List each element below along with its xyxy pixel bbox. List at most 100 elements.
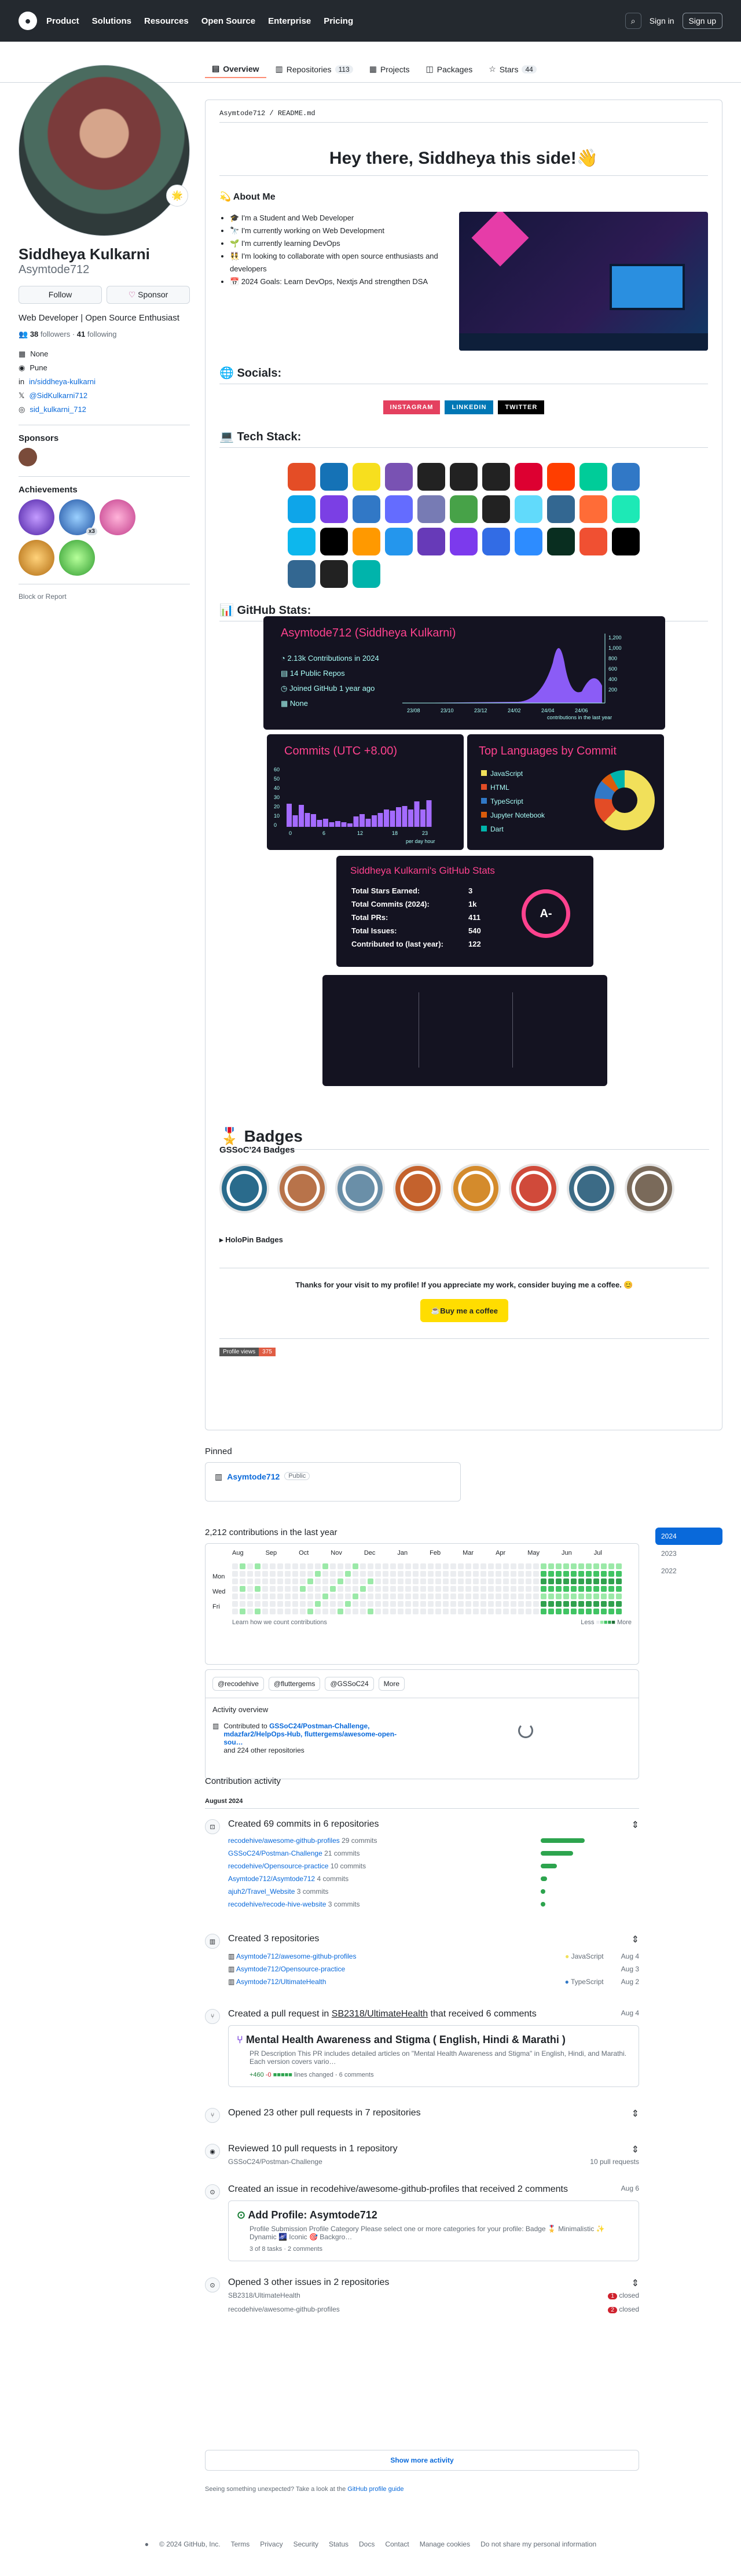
contribution-cell[interactable] bbox=[533, 1609, 539, 1614]
footer-cookies[interactable]: Manage cookies bbox=[420, 2540, 470, 2548]
contribution-cell[interactable] bbox=[571, 1609, 577, 1614]
contribution-cell[interactable] bbox=[383, 1609, 388, 1614]
contribution-cell[interactable] bbox=[360, 1601, 366, 1607]
contribution-cell[interactable] bbox=[322, 1571, 328, 1577]
contribution-cell[interactable] bbox=[322, 1563, 328, 1569]
contribution-cell[interactable] bbox=[428, 1578, 434, 1584]
contribution-cell[interactable] bbox=[232, 1563, 238, 1569]
contribution-cell[interactable] bbox=[300, 1601, 306, 1607]
contribution-cell[interactable] bbox=[503, 1586, 509, 1592]
contribution-cell[interactable] bbox=[375, 1563, 381, 1569]
contribution-cell[interactable] bbox=[593, 1601, 599, 1607]
contribution-cell[interactable] bbox=[458, 1594, 464, 1599]
contribution-cell[interactable] bbox=[601, 1601, 607, 1607]
follow-button[interactable]: Follow bbox=[19, 286, 102, 304]
contribution-cell[interactable] bbox=[330, 1609, 336, 1614]
contribution-cell[interactable] bbox=[526, 1571, 531, 1577]
contribution-cell[interactable] bbox=[345, 1594, 351, 1599]
contribution-cell[interactable] bbox=[292, 1563, 298, 1569]
contribution-cell[interactable] bbox=[518, 1586, 524, 1592]
search-icon[interactable]: ⌕ bbox=[625, 13, 641, 29]
contribution-cell[interactable] bbox=[480, 1609, 486, 1614]
gssoc-badge[interactable] bbox=[451, 1164, 501, 1213]
commit-repo-link[interactable]: ajuh2/Travel_Website bbox=[228, 1887, 295, 1896]
contribution-cell[interactable] bbox=[616, 1609, 622, 1614]
contribution-cell[interactable] bbox=[270, 1586, 276, 1592]
contribution-cell[interactable] bbox=[563, 1571, 569, 1577]
contribution-cell[interactable] bbox=[240, 1601, 245, 1607]
contribution-cell[interactable] bbox=[556, 1601, 562, 1607]
contribution-cell[interactable] bbox=[548, 1594, 554, 1599]
contribution-cell[interactable] bbox=[465, 1594, 471, 1599]
contribution-cell[interactable] bbox=[315, 1601, 321, 1607]
contribution-cell[interactable] bbox=[511, 1578, 516, 1584]
unfold-icon[interactable]: ⇕ bbox=[632, 1819, 639, 1831]
contribution-cell[interactable] bbox=[353, 1571, 358, 1577]
contribution-cell[interactable] bbox=[548, 1578, 554, 1584]
unfold-icon[interactable]: ⇕ bbox=[632, 2108, 639, 2119]
contribution-cell[interactable] bbox=[571, 1578, 577, 1584]
contribution-cell[interactable] bbox=[488, 1571, 494, 1577]
contribution-cell[interactable] bbox=[277, 1571, 283, 1577]
contribution-cell[interactable] bbox=[383, 1601, 388, 1607]
contribution-cell[interactable] bbox=[480, 1601, 486, 1607]
contribution-cell[interactable] bbox=[292, 1594, 298, 1599]
contribution-cell[interactable] bbox=[345, 1563, 351, 1569]
contribution-cell[interactable] bbox=[368, 1609, 373, 1614]
contribution-cell[interactable] bbox=[307, 1594, 313, 1599]
commit-repo-link[interactable]: recodehive/recode-hive-website bbox=[228, 1900, 326, 1908]
contribution-cell[interactable] bbox=[578, 1563, 584, 1569]
new-repo-link[interactable]: Asymtode712/awesome-github-profiles bbox=[236, 1952, 356, 1960]
contribution-cell[interactable] bbox=[360, 1594, 366, 1599]
block-report-link[interactable]: Block or Report bbox=[19, 593, 190, 601]
contribution-cell[interactable] bbox=[458, 1586, 464, 1592]
followers-count[interactable]: 38 bbox=[30, 330, 38, 338]
contribution-cell[interactable] bbox=[405, 1594, 411, 1599]
contribution-cell[interactable] bbox=[240, 1563, 245, 1569]
contribution-cell[interactable] bbox=[608, 1609, 614, 1614]
contribution-cell[interactable] bbox=[300, 1586, 306, 1592]
twitter-badge[interactable]: TWITTER bbox=[498, 400, 545, 414]
contribution-cell[interactable] bbox=[571, 1594, 577, 1599]
contribution-cell[interactable] bbox=[465, 1578, 471, 1584]
contribution-cell[interactable] bbox=[608, 1563, 614, 1569]
contribution-cell[interactable] bbox=[315, 1563, 321, 1569]
contribution-cell[interactable] bbox=[398, 1594, 403, 1599]
contribution-cell[interactable] bbox=[285, 1594, 291, 1599]
contribution-cell[interactable] bbox=[548, 1586, 554, 1592]
contribution-cell[interactable] bbox=[232, 1601, 238, 1607]
contribution-cell[interactable] bbox=[556, 1563, 562, 1569]
contribution-cell[interactable] bbox=[330, 1601, 336, 1607]
contribution-cell[interactable] bbox=[563, 1578, 569, 1584]
nav-open-source[interactable]: Open Source bbox=[201, 16, 255, 26]
contribution-cell[interactable] bbox=[526, 1563, 531, 1569]
contribution-cell[interactable] bbox=[338, 1609, 343, 1614]
contribution-cell[interactable] bbox=[541, 1578, 546, 1584]
contribution-cell[interactable] bbox=[277, 1563, 283, 1569]
contribution-cell[interactable] bbox=[458, 1578, 464, 1584]
contribution-cell[interactable] bbox=[277, 1578, 283, 1584]
contribution-cell[interactable] bbox=[285, 1601, 291, 1607]
contribution-cell[interactable] bbox=[390, 1578, 396, 1584]
holopin-toggle[interactable]: ▸ HoloPin Badges bbox=[219, 1235, 283, 1245]
contribution-cell[interactable] bbox=[375, 1586, 381, 1592]
contribution-cell[interactable] bbox=[435, 1563, 441, 1569]
contribution-cell[interactable] bbox=[232, 1571, 238, 1577]
contribution-cell[interactable] bbox=[526, 1601, 531, 1607]
contribution-cell[interactable] bbox=[247, 1578, 253, 1584]
contribution-cell[interactable] bbox=[398, 1586, 403, 1592]
contribution-cell[interactable] bbox=[383, 1563, 388, 1569]
following-label[interactable]: following bbox=[87, 330, 117, 338]
contribution-cell[interactable] bbox=[405, 1601, 411, 1607]
gssoc-badge[interactable] bbox=[393, 1164, 443, 1213]
contribution-cell[interactable] bbox=[300, 1578, 306, 1584]
contribution-cell[interactable] bbox=[533, 1578, 539, 1584]
achievement-badge[interactable] bbox=[59, 540, 95, 576]
contribution-cell[interactable] bbox=[270, 1571, 276, 1577]
contribution-cell[interactable] bbox=[285, 1609, 291, 1614]
contribution-cell[interactable] bbox=[586, 1601, 592, 1607]
contribution-cell[interactable] bbox=[556, 1578, 562, 1584]
contribution-cell[interactable] bbox=[353, 1609, 358, 1614]
contribution-cell[interactable] bbox=[556, 1609, 562, 1614]
achievement-badge[interactable] bbox=[100, 499, 135, 535]
